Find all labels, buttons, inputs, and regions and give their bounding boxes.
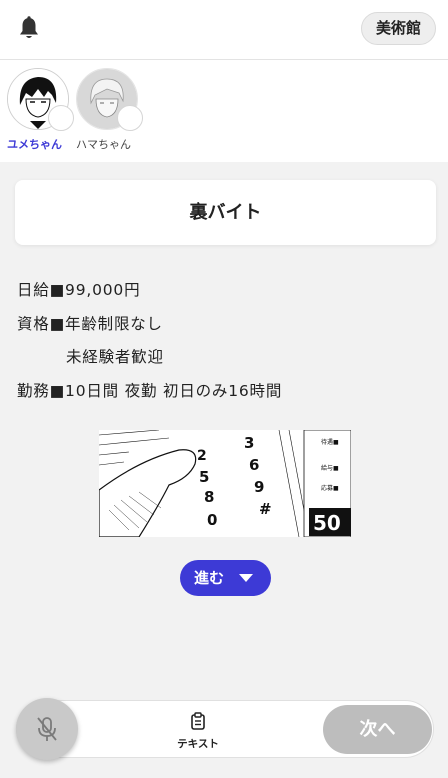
svg-text:5: 5 [199,468,209,486]
character-list: ユメちゃん ハマちゃん [0,60,448,162]
status-dot [117,105,143,131]
status-dot [48,105,74,131]
bell-icon[interactable] [18,16,40,40]
svg-text:8: 8 [204,488,214,506]
manga-panel-image: 3 6 2 5 9 8 # 0 1 待遇■ 給与■ 応募■ 50 [99,430,351,537]
chevron-down-icon [239,574,253,582]
text-button-label: テキスト [177,738,219,750]
story-line: 未経験者歓迎 [66,348,164,367]
svg-text:待遇■: 待遇■ [321,438,339,446]
svg-text:6: 6 [249,456,259,474]
mic-toggle-button[interactable] [16,698,78,760]
svg-text:9: 9 [254,478,264,496]
clipboard-icon [191,712,205,730]
svg-text:2: 2 [197,448,207,464]
story-title-card: 裏バイト [15,180,436,245]
mic-off-icon [37,717,57,741]
character-item-yume[interactable]: ユメちゃん [7,68,74,152]
story-line: 勤務■10日間 夜勤 初日のみ16時間 [17,381,283,400]
svg-text:#: # [259,500,272,518]
character-name-yume: ユメちゃん [7,138,62,151]
story-line: 資格■年齢制限なし [17,314,163,333]
character-item-hama[interactable]: ハマちゃん [76,68,143,152]
svg-text:0: 0 [207,511,217,529]
svg-text:給与■: 給与■ [321,464,339,472]
advance-label: 進む [194,569,225,587]
svg-text:50: 50 [313,511,341,535]
museum-button[interactable]: 美術館 [360,12,436,45]
story-text: 日給■99,000円 資格■年齢制限なし 未経験者歓迎 勤務■10日間 夜勤 初… [17,278,437,412]
next-button[interactable]: 次へ [323,705,432,754]
avatar[interactable] [7,68,74,131]
story-line: 日給■99,000円 [17,281,141,299]
advance-button[interactable]: 進む [180,560,271,596]
avatar[interactable] [76,68,143,131]
text-button[interactable]: テキスト [168,712,228,752]
character-name-hama: ハマちゃん [76,138,131,151]
svg-text:3: 3 [244,434,254,452]
app-header: 美術館 [0,0,448,60]
svg-text:応募■: 応募■ [321,484,339,492]
